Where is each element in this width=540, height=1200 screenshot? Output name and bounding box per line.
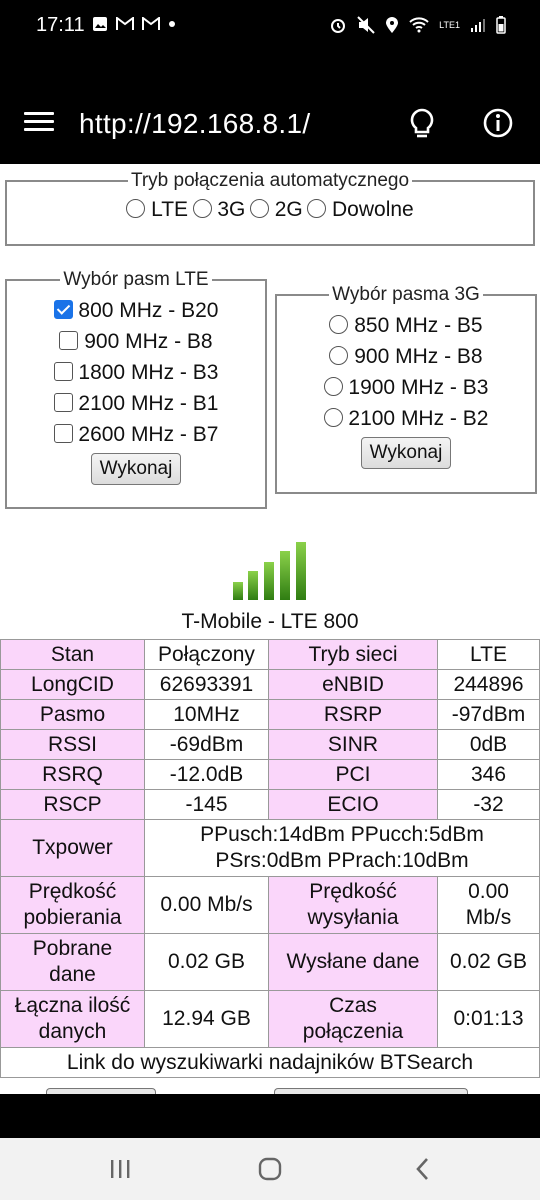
- 3g-apply-button[interactable]: Wykonaj: [360, 437, 452, 469]
- table-row: Txpower PPusch:14dBm PPucch:5dBm PSrs:0d…: [0, 819, 540, 877]
- 3g-bands-fieldset: Wybór pasma 3G 850 MHz - B5 900 MHz - B8…: [275, 284, 537, 494]
- radio-2g[interactable]: [249, 199, 269, 218]
- lightbulb-icon[interactable]: [408, 108, 436, 140]
- table-row: LongCID 62693391 eNBID 244896: [0, 669, 540, 700]
- mode-option-lte[interactable]: LTE: [126, 198, 188, 221]
- lte-apply-button[interactable]: Wykonaj: [90, 453, 182, 485]
- signal-bars-icon: [233, 542, 306, 600]
- web-content: Tryb połączenia automatycznego LTE 3G 2G…: [0, 164, 540, 1094]
- checkbox-b7[interactable]: [53, 424, 73, 443]
- mode-option-3g[interactable]: 3G: [192, 198, 245, 221]
- lte-bands-fieldset: Wybór pasm LTE 800 MHz - B20 900 MHz - B…: [5, 269, 267, 509]
- lte-band-item[interactable]: 800 MHz - B20: [7, 295, 265, 326]
- lte-band-item[interactable]: 2100 MHz - B1: [7, 388, 265, 419]
- lte-band-item[interactable]: 1800 MHz - B3: [7, 357, 265, 388]
- table-row: RSRQ -12.0dB PCI 346: [0, 759, 540, 790]
- radio-b8[interactable]: [329, 346, 349, 365]
- recent-apps-icon[interactable]: [108, 1158, 132, 1180]
- more-notifications-icon: [169, 21, 175, 27]
- radio-b3[interactable]: [323, 377, 343, 396]
- lte-band-item[interactable]: 900 MHz - B8: [7, 326, 265, 357]
- mode-option-2g[interactable]: 2G: [249, 198, 303, 221]
- operator-label: T-Mobile - LTE 800: [181, 610, 359, 633]
- connection-mode-fieldset: Tryb połączenia automatycznego LTE 3G 2G…: [5, 170, 535, 246]
- page-url: http://192.168.8.1/: [79, 108, 311, 139]
- checkbox-b20[interactable]: [53, 300, 73, 319]
- checkbox-b1[interactable]: [53, 393, 73, 412]
- 3g-band-item[interactable]: 1900 MHz - B3: [277, 372, 535, 403]
- table-row: Link do wyszukiwarki nadajników BTSearch: [0, 1047, 540, 1078]
- table-row: Pobrane dane 0.02 GB Wysłane dane 0.02 G…: [0, 933, 540, 991]
- table-row: Prędkość pobierania 0.00 Mb/s Prędkość w…: [0, 876, 540, 934]
- radio-any[interactable]: [307, 199, 327, 218]
- back-icon[interactable]: [414, 1157, 432, 1181]
- radio-3g[interactable]: [192, 199, 212, 218]
- wifi-icon: [409, 17, 429, 33]
- table-row: Stan Połączony Tryb sieci LTE: [0, 639, 540, 670]
- mute-icon: [357, 16, 375, 34]
- checkbox-b3[interactable]: [53, 362, 73, 381]
- radio-b2[interactable]: [323, 408, 343, 427]
- partial-button-left[interactable]: [46, 1088, 156, 1094]
- battery-icon: [496, 16, 506, 34]
- status-time: 17:11: [36, 14, 85, 36]
- gmail-icon: [116, 17, 134, 30]
- table-row: RSSI -69dBm SINR 0dB: [0, 729, 540, 760]
- menu-icon[interactable]: [24, 112, 54, 132]
- signal-info-table: Stan Połączony Tryb sieci LTE LongCID 62…: [0, 639, 540, 1078]
- alarm-icon: [331, 19, 346, 33]
- signal-strength-icon: [471, 19, 485, 32]
- radio-b5[interactable]: [329, 315, 349, 334]
- 3g-band-item[interactable]: 900 MHz - B8: [277, 341, 535, 372]
- table-row: Pasmo 10MHz RSRP -97dBm: [0, 699, 540, 730]
- checkbox-b8[interactable]: [59, 331, 79, 350]
- 3g-band-item[interactable]: 2100 MHz - B2: [277, 403, 535, 434]
- gallery-icon: [93, 17, 107, 31]
- status-bar: 17:11 LTE1: [0, 0, 540, 56]
- location-icon: [386, 17, 399, 33]
- partial-button-right[interactable]: [274, 1088, 468, 1094]
- connection-mode-legend: Tryb połączenia automatycznego: [130, 170, 410, 191]
- mode-option-any[interactable]: Dowolne: [307, 198, 414, 221]
- home-icon[interactable]: [258, 1157, 282, 1181]
- radio-lte[interactable]: [126, 199, 146, 218]
- lte-bands-legend: Wybór pasm LTE: [63, 269, 209, 290]
- 3g-bands-legend: Wybór pasma 3G: [332, 284, 480, 305]
- info-icon[interactable]: [482, 107, 514, 139]
- network-type-label: LTE1: [439, 19, 460, 30]
- gmail-icon-2: [142, 17, 160, 30]
- lte-band-item[interactable]: 2600 MHz - B7: [7, 419, 265, 450]
- system-nav-bar: [0, 1138, 540, 1200]
- table-row: Łączna ilość danych 12.94 GB Czas połącz…: [0, 990, 540, 1048]
- table-row: RSCP -145 ECIO -32: [0, 789, 540, 820]
- app-bar: http://192.168.8.1/: [0, 56, 540, 164]
- btsearch-link[interactable]: Link do wyszukiwarki nadajników BTSearch: [0, 1047, 540, 1078]
- 3g-band-item[interactable]: 850 MHz - B5: [277, 310, 535, 341]
